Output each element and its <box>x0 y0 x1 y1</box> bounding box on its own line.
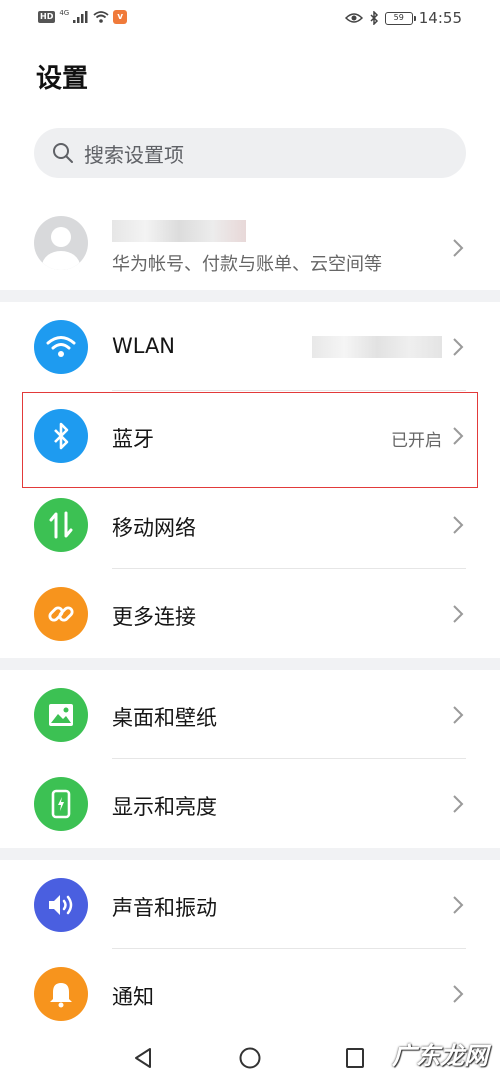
watermark: 广东龙网 <box>392 1042 488 1070</box>
settings-item-more-connections[interactable]: 更多连接 <box>0 569 500 658</box>
status-bar: HD 4G v 59 14:55 <box>0 0 500 36</box>
settings-item-label: 通知 <box>112 985 154 1009</box>
battery-indicator: 59 <box>384 11 416 25</box>
account-name-redacted <box>112 220 246 242</box>
page-title: 设置 <box>36 64 89 94</box>
settings-item-label: 显示和亮度 <box>112 795 217 819</box>
search-icon <box>53 143 73 163</box>
chevron-right-icon <box>453 795 464 813</box>
back-icon[interactable] <box>132 1046 154 1070</box>
highlight-box <box>22 392 478 488</box>
status-left: HD 4G v <box>38 9 128 24</box>
chevron-right-icon <box>453 896 464 914</box>
chevron-right-icon <box>453 706 464 724</box>
chevron-right-icon <box>453 239 464 257</box>
account-row[interactable]: 华为帐号、付款与账单、云空间等 <box>0 206 500 290</box>
settings-item-label: WLAN <box>112 334 176 358</box>
hd-badge: HD <box>38 11 56 23</box>
clock: 14:55 <box>418 9 462 27</box>
signal-icon <box>73 11 88 23</box>
search-placeholder: 搜索设置项 <box>84 142 184 167</box>
app-notification-icon: v <box>113 10 128 24</box>
recents-icon[interactable] <box>344 1046 366 1070</box>
wifi-status-icon <box>93 11 109 23</box>
sound-group: 声音和振动 通知 <box>0 860 500 1038</box>
mobile-data-icon <box>34 498 88 552</box>
chevron-right-icon <box>453 605 464 623</box>
settings-item-display[interactable]: 显示和亮度 <box>0 759 500 848</box>
settings-item-label: 桌面和壁纸 <box>112 706 217 730</box>
eye-comfort-icon <box>344 13 363 23</box>
home-icon[interactable] <box>238 1046 262 1070</box>
settings-item-mobile-network[interactable]: 移动网络 <box>0 480 500 569</box>
settings-header: 设置 搜索设置项 华为帐号、付款与账单、云空间等 <box>0 36 500 290</box>
chevron-right-icon <box>453 516 464 534</box>
avatar <box>34 216 88 270</box>
bell-icon <box>34 967 88 1021</box>
settings-item-label: 更多连接 <box>112 605 196 629</box>
link-icon <box>34 587 88 641</box>
chevron-right-icon <box>453 985 464 1003</box>
status-right: 59 14:55 <box>344 9 462 27</box>
account-subtitle: 华为帐号、付款与账单、云空间等 <box>112 254 382 275</box>
search-input[interactable]: 搜索设置项 <box>34 128 466 178</box>
network-type: 4G <box>59 9 70 17</box>
wifi-icon <box>34 320 88 374</box>
wallpaper-icon <box>34 688 88 742</box>
display-group: 桌面和壁纸 显示和亮度 <box>0 670 500 848</box>
settings-item-wlan[interactable]: WLAN <box>0 302 500 391</box>
chevron-right-icon <box>453 338 464 356</box>
sound-icon <box>34 878 88 932</box>
display-icon <box>34 777 88 831</box>
settings-item-wallpaper[interactable]: 桌面和壁纸 <box>0 670 500 759</box>
settings-item-label: 声音和振动 <box>112 896 217 920</box>
wlan-network-redacted <box>312 336 442 358</box>
settings-item-sound[interactable]: 声音和振动 <box>0 860 500 949</box>
bluetooth-status-icon <box>370 11 378 25</box>
settings-item-label: 移动网络 <box>112 516 196 540</box>
settings-item-notifications[interactable]: 通知 <box>0 949 500 1038</box>
avatar-icon <box>42 227 80 270</box>
